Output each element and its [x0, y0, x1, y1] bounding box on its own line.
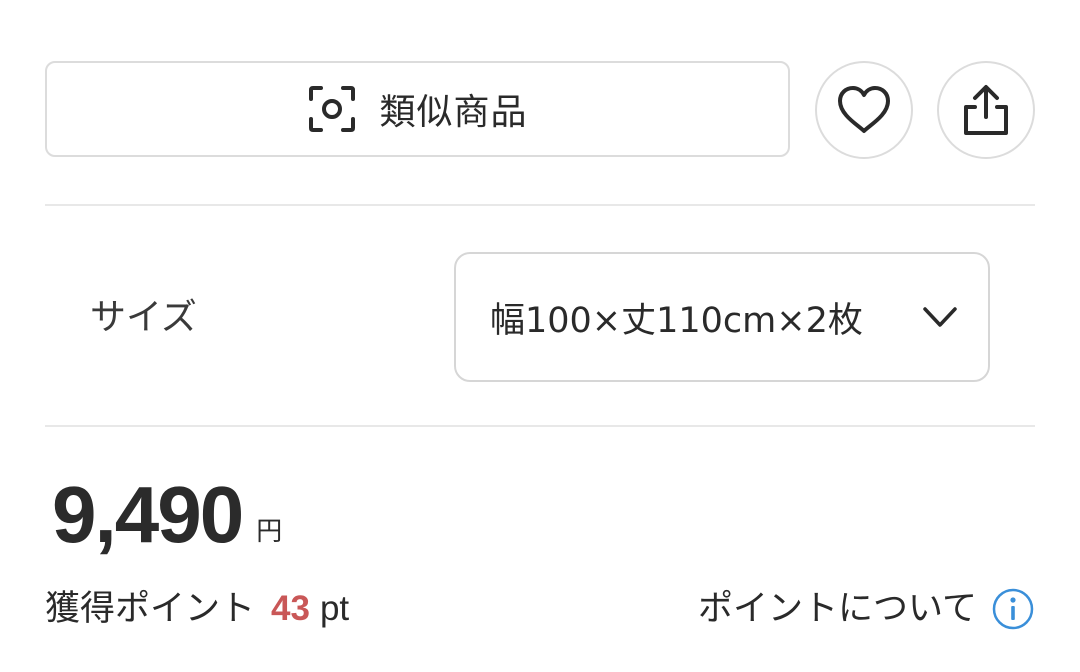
price-currency: 円	[256, 517, 283, 547]
similar-products-button[interactable]: 類似商品	[45, 61, 790, 157]
heart-icon	[838, 86, 890, 133]
info-icon	[992, 588, 1034, 630]
earned-points-label: 獲得ポイント	[45, 589, 256, 629]
size-select[interactable]: 幅100×丈110cm×2枚	[454, 252, 990, 382]
divider	[45, 204, 1035, 206]
scan-icon	[309, 86, 356, 132]
about-points-label: ポイントについて	[698, 589, 977, 629]
earned-points-value: 43	[271, 589, 310, 628]
chevron-down-icon	[923, 307, 957, 327]
share-button[interactable]	[937, 61, 1035, 159]
earned-points: 獲得ポイント 43 pt	[45, 585, 349, 633]
divider	[45, 425, 1035, 427]
earned-points-unit: pt	[319, 589, 350, 628]
size-label: サイズ	[90, 297, 197, 338]
favorite-button[interactable]	[815, 61, 913, 159]
price-amount: 9,490	[52, 470, 244, 559]
share-icon	[964, 85, 1008, 135]
price-row: 9,490 円	[52, 470, 282, 560]
similar-products-label: 類似商品	[379, 92, 528, 133]
size-selected-value: 幅100×丈110cm×2枚	[490, 300, 863, 341]
about-points-link[interactable]: ポイントについて	[698, 585, 1035, 633]
